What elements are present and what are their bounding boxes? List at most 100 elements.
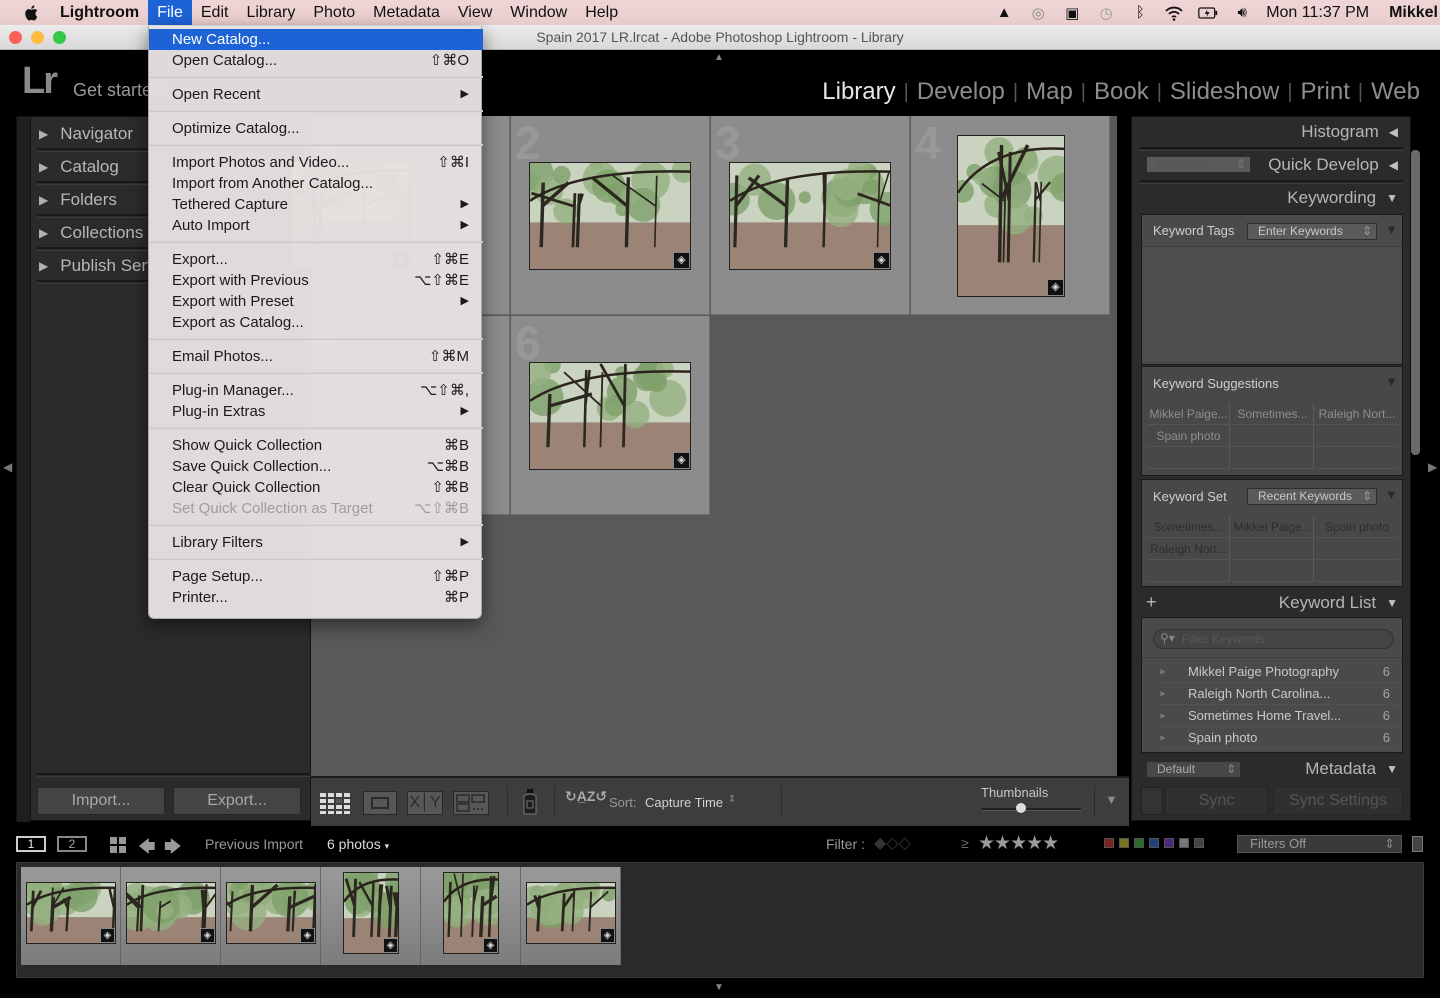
menu-view[interactable]: View [449, 0, 501, 25]
color-label-filter[interactable] [1104, 838, 1114, 848]
keyword-badge-icon[interactable]: ◈ [673, 252, 690, 269]
auto-sync-switch[interactable] [1141, 787, 1163, 815]
keyword-badge-icon[interactable]: ◈ [200, 928, 215, 943]
filmstrip-thumbnail[interactable]: ◈ [26, 882, 116, 944]
keyword-badge-icon[interactable]: ◈ [1047, 279, 1064, 296]
module-web[interactable]: Web [1363, 78, 1428, 106]
sort-stepper-icon[interactable]: ⇕ [728, 794, 736, 805]
menu-help[interactable]: Help [576, 0, 627, 25]
color-label-filter[interactable] [1194, 838, 1204, 848]
menu-item-export-as-catalog[interactable]: Export as Catalog... [149, 312, 483, 333]
grid-cell[interactable]: 3 ◈ [711, 116, 910, 315]
source-label[interactable]: Previous Import [205, 836, 303, 852]
menu-library[interactable]: Library [237, 0, 304, 25]
primary-display-button[interactable]: 1 [16, 836, 46, 852]
keyword-chip[interactable]: Sometimes... [1232, 403, 1314, 425]
bluetooth-icon[interactable]: ᛒ [1130, 4, 1150, 22]
volume-icon[interactable]: 🔊︎ [1232, 4, 1252, 22]
panel-histogram[interactable]: Histogram ◀ [1301, 122, 1398, 142]
keyword-suggestions-menu-icon[interactable]: ▼ [1385, 374, 1398, 389]
keyword-arrow-icon[interactable]: ⫸ [1160, 732, 1188, 743]
metadata-preset-select[interactable]: Default ⇕ [1146, 761, 1241, 778]
collapse-filmstrip-icon[interactable]: ▼ [714, 982, 724, 993]
menu-item-export-with-preset[interactable]: Export with Preset ▶ [149, 291, 483, 312]
photo-thumbnail[interactable]: ◈ [729, 162, 891, 270]
quick-develop-preset-select[interactable]: Lightroom... ⇕ [1146, 156, 1251, 173]
menu-item-open-catalog[interactable]: Open Catalog... ⇧⌘O [149, 50, 483, 71]
panel-quick-develop[interactable]: Quick Develop ◀ [1268, 155, 1398, 175]
menu-item-import-from-another-catalog[interactable]: Import from Another Catalog... [149, 173, 483, 194]
keyword-list-item[interactable]: ⫸ Mikkel Paige Photography 6 [1160, 661, 1398, 683]
menu-item-auto-import[interactable]: Auto Import ▶ [149, 215, 483, 236]
menu-item-save-quick-collection[interactable]: Save Quick Collection... ⌥⌘B [149, 456, 483, 477]
keyword-arrow-icon[interactable]: ⫸ [1160, 710, 1188, 721]
menu-item-optimize-catalog[interactable]: Optimize Catalog... [149, 118, 483, 139]
secondary-display-button[interactable]: 2 [57, 836, 87, 852]
right-panel-scrollbar[interactable] [1411, 150, 1420, 455]
menu-window[interactable]: Window [501, 0, 576, 25]
painter-spray-can-icon[interactable] [519, 788, 541, 816]
filmstrip-thumbnail[interactable]: ◈ [126, 882, 216, 944]
creative-cloud-icon[interactable]: ◎ [1028, 4, 1048, 22]
flag-filter-icons[interactable]: ◆◇◇ [874, 833, 911, 853]
menu-item-clear-quick-collection[interactable]: Clear Quick Collection ⇧⌘B [149, 477, 483, 498]
keyword-arrow-icon[interactable]: ⫸ [1160, 688, 1188, 699]
keyword-badge-icon[interactable]: ◈ [483, 938, 498, 953]
compare-view-button[interactable]: X│Y [407, 791, 443, 815]
keyword-badge-icon[interactable]: ◈ [873, 252, 890, 269]
color-label-filter[interactable] [1164, 838, 1174, 848]
keyword-badge-icon[interactable]: ◈ [300, 928, 315, 943]
photo-thumbnail[interactable]: ◈ [957, 135, 1065, 297]
keyword-tags-select[interactable]: Enter Keywords ⇕ [1247, 223, 1377, 240]
menu-item-email-photos[interactable]: Email Photos... ⇧⌘M [149, 346, 483, 367]
keyword-list-item[interactable]: ⫸ Raleigh North Carolina... 6 [1160, 683, 1398, 705]
menu-file[interactable]: File [148, 0, 192, 25]
menu-item-show-quick-collection[interactable]: Show Quick Collection ⌘B [149, 435, 483, 456]
apple-icon[interactable] [22, 3, 42, 23]
rating-operator[interactable]: ≥ [961, 835, 969, 851]
keyword-set-select[interactable]: Recent Keywords ⇕ [1247, 488, 1377, 505]
keyword-list-item[interactable]: ⫸ Spain photo 6 [1160, 727, 1398, 749]
minimize-window-button[interactable] [31, 31, 44, 44]
filmstrip-cell[interactable]: ◈ [521, 867, 621, 965]
color-label-filter[interactable] [1149, 838, 1159, 848]
add-keyword-icon[interactable]: + [1146, 592, 1157, 613]
keyword-list-item[interactable]: ⫸ Sometimes Home Travel... 6 [1160, 705, 1398, 727]
photo-thumbnail[interactable]: ◈ [529, 362, 691, 470]
photo-thumbnail[interactable]: ◈ [529, 162, 691, 270]
panel-keyword-list[interactable]: Keyword List ▼ [1279, 593, 1398, 613]
filmstrip-thumbnail[interactable]: ◈ [226, 882, 316, 944]
forward-arrow-icon[interactable]: 🡆 [164, 834, 182, 863]
keyword-chip[interactable]: Mikkel Paige... [1232, 516, 1314, 538]
menu-photo[interactable]: Photo [304, 0, 364, 25]
time-machine-icon[interactable]: ◷ [1096, 4, 1116, 22]
module-slideshow[interactable]: Slideshow [1162, 78, 1287, 106]
color-label-filter[interactable] [1119, 838, 1129, 848]
close-window-button[interactable] [9, 31, 22, 44]
keyword-chip[interactable]: Sometimes... [1148, 516, 1230, 538]
menu-item-export-with-previous[interactable]: Export with Previous ⌥⇧⌘E [149, 270, 483, 291]
user-name[interactable]: Mikkel [1389, 4, 1438, 22]
keyword-chip[interactable]: Raleigh Nort... [1148, 538, 1230, 560]
keyword-chip[interactable]: Spain photo [1316, 516, 1398, 538]
collapse-right-panel-icon[interactable]: ▶ [1428, 460, 1437, 474]
grid-cell[interactable]: 2 ◈ [511, 116, 710, 315]
filmstrip-cell[interactable]: ◈ [421, 867, 521, 965]
keyword-set-menu-icon[interactable]: ▼ [1385, 487, 1398, 502]
loupe-view-button[interactable] [363, 791, 397, 815]
menu-item-printer[interactable]: Printer... ⌘P [149, 587, 483, 608]
module-book[interactable]: Book [1086, 78, 1157, 106]
menu-item-page-setup[interactable]: Page Setup... ⇧⌘P [149, 566, 483, 587]
menu-item-open-recent[interactable]: Open Recent ▶ [149, 84, 483, 105]
rating-stars-filter[interactable]: ★★★★★ [978, 832, 1059, 855]
filmstrip-thumbnail[interactable]: ◈ [343, 872, 399, 954]
sort-select[interactable]: Capture Time [645, 795, 723, 810]
collapse-left-panel-icon[interactable]: ◀ [3, 460, 12, 474]
menu-item-tethered-capture[interactable]: Tethered Capture ▶ [149, 194, 483, 215]
photo-count-dropdown[interactable]: 6 photos ▾ [327, 836, 389, 852]
grid-view-button[interactable] [319, 791, 353, 815]
filmstrip-cell[interactable]: ◈ [21, 867, 121, 965]
left-panel-scrollbar[interactable] [17, 117, 31, 822]
filter-preset-select[interactable]: Filters Off ⇕ [1237, 835, 1402, 853]
menu-item-import-photos-and-video[interactable]: Import Photos and Video... ⇧⌘I [149, 152, 483, 173]
